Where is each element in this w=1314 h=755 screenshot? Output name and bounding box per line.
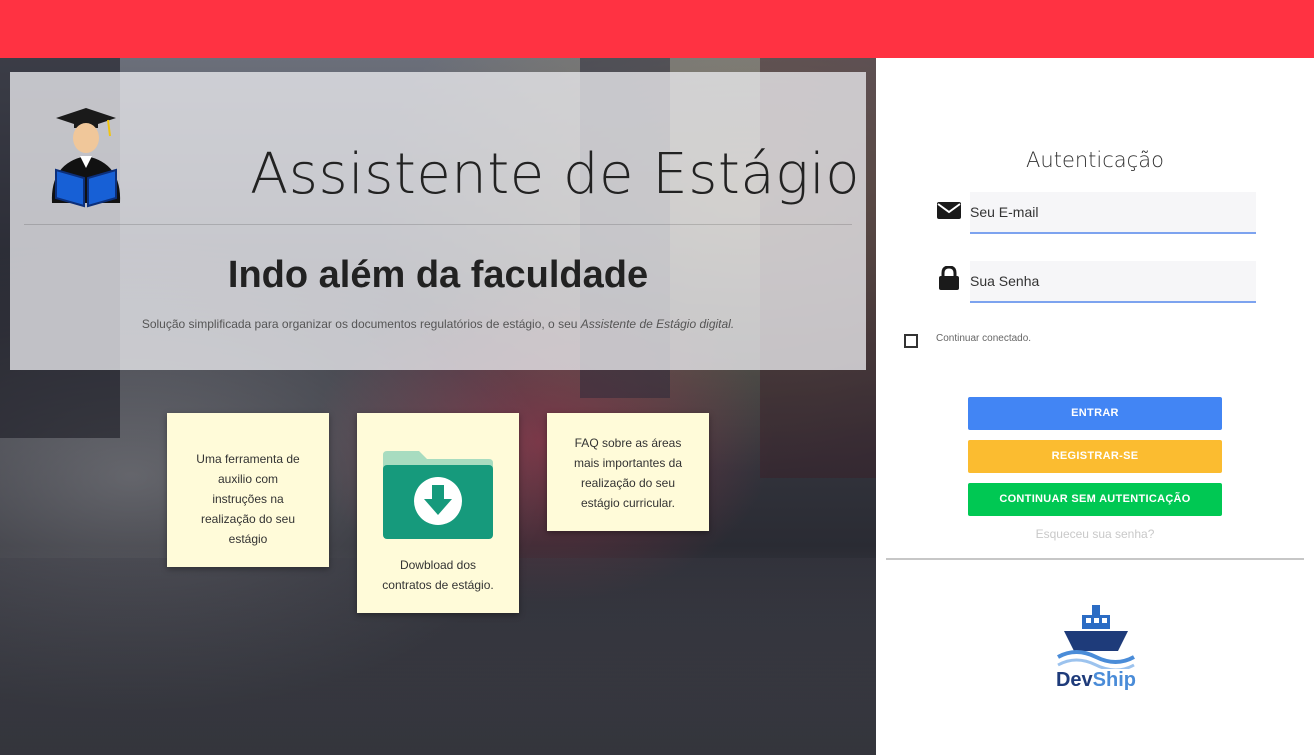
register-button[interactable]: REGISTRAR-SE <box>968 440 1222 473</box>
forgot-password-link[interactable]: Esqueceu sua senha? <box>876 527 1314 541</box>
devship-wordmark: DevShip <box>1055 669 1137 691</box>
feature-card-text: Uma ferramenta de auxilio com instruções… <box>196 452 300 546</box>
continue-without-auth-button[interactable]: CONTINUAR SEM AUTENTICAÇÃO <box>968 483 1222 516</box>
devship-logo: DevShip <box>1046 603 1146 698</box>
feature-card-instructions[interactable]: Uma ferramenta de auxilio com instruções… <box>167 413 329 567</box>
graduate-reading-icon <box>51 108 121 208</box>
remember-checkbox[interactable] <box>904 334 918 348</box>
auth-divider <box>886 558 1304 560</box>
auth-panel: Autenticação Continuar conectado. ENTRAR… <box>876 58 1314 755</box>
hero-divider <box>24 224 852 225</box>
feature-card-text: Dowbload dos contratos de estágio. <box>382 558 494 592</box>
lock-icon <box>939 266 959 290</box>
hero-subtitle: Solução simplificada para organizar os d… <box>141 317 735 331</box>
feature-card-download[interactable]: Dowbload dos contratos de estágio. <box>357 413 519 613</box>
site-title: Assistente de Estágio <box>250 142 861 207</box>
auth-title: Autenticação <box>1026 148 1164 172</box>
feature-card-text: FAQ sobre as áreas mais importantes da r… <box>573 436 683 510</box>
hero-background: Assistente de Estágio Indo além da facul… <box>0 58 876 755</box>
envelope-icon <box>937 202 961 219</box>
remember-label: Continuar conectado. <box>936 333 1032 344</box>
top-bar <box>0 0 1314 58</box>
email-field[interactable] <box>970 192 1256 234</box>
hero-panel: Assistente de Estágio Indo além da facul… <box>10 72 866 370</box>
download-folder-icon <box>383 451 493 539</box>
hero-subtitle-emphasis: Assistente de Estágio digital. <box>580 317 735 331</box>
tagline: Indo além da faculdade <box>227 254 649 296</box>
feature-card-faq[interactable]: FAQ sobre as áreas mais importantes da r… <box>547 413 709 531</box>
password-field[interactable] <box>970 261 1256 303</box>
ship-icon <box>1057 605 1135 669</box>
login-button[interactable]: ENTRAR <box>968 397 1222 430</box>
